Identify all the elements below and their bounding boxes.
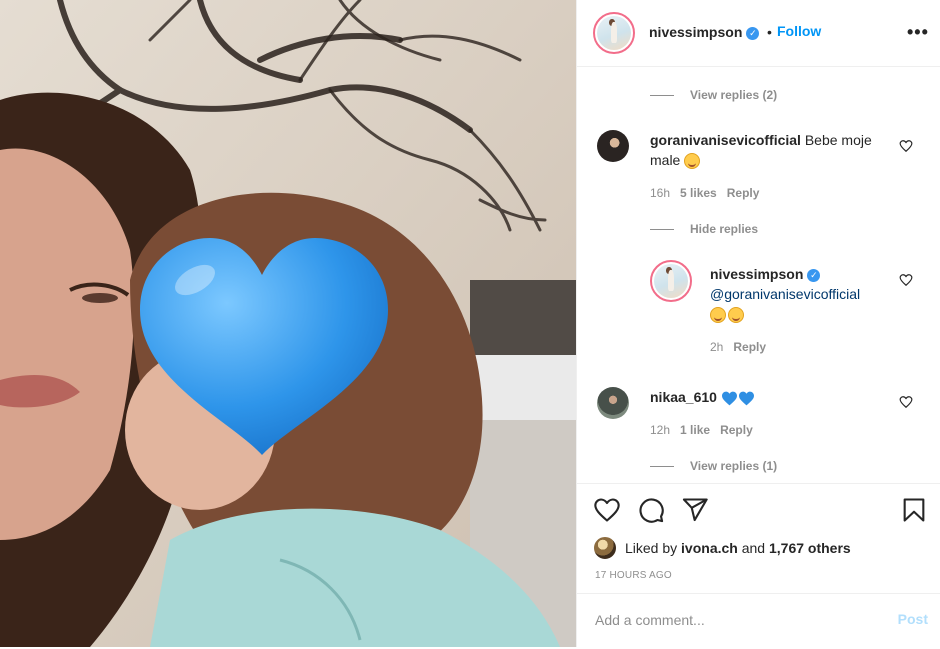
reply-button[interactable]: Reply xyxy=(733,340,766,354)
follow-button[interactable]: Follow xyxy=(777,23,821,39)
verified-badge-icon: ✓ xyxy=(807,268,821,282)
comment-avatar[interactable] xyxy=(597,387,629,419)
separator-dot: • xyxy=(767,24,772,40)
comment-time[interactable]: 16h xyxy=(650,186,670,200)
like-reply-heart-icon[interactable] xyxy=(899,273,913,287)
post-header: nivessimpson ✓ • Follow ••• xyxy=(577,0,940,67)
save-bookmark-icon[interactable] xyxy=(900,496,928,524)
and-label: and xyxy=(741,540,766,556)
comment-text: Bebe moje xyxy=(804,132,872,148)
liked-by-label: Liked by xyxy=(625,540,678,556)
comment-text-continued: male xyxy=(650,152,681,168)
share-direct-icon[interactable] xyxy=(681,496,709,524)
reply-meta: 2h Reply xyxy=(710,340,776,354)
add-comment-input[interactable] xyxy=(593,608,877,632)
comment-likes-count[interactable]: 5 likes xyxy=(680,186,717,200)
verified-badge-icon: ✓ xyxy=(746,26,760,40)
comment-meta: 12h 1 like Reply xyxy=(650,423,763,437)
more-options-icon[interactable]: ••• xyxy=(907,22,929,43)
photo-illustration xyxy=(0,0,576,647)
view-replies-label[interactable]: View replies (1) xyxy=(690,459,777,473)
comment-avatar[interactable] xyxy=(597,130,629,162)
hide-replies-button[interactable]: Hide replies xyxy=(650,222,758,236)
smiling-emoji-icon xyxy=(728,307,744,324)
author-username-text[interactable]: nivessimpson xyxy=(649,24,742,40)
reply-button[interactable]: Reply xyxy=(727,186,760,200)
reply-avatar[interactable] xyxy=(650,260,692,302)
comment-body: goranivanisevicofficial Bebe moje male xyxy=(650,130,890,170)
post-actions: Liked by ivona.ch and 1,767 others 17 HO… xyxy=(577,483,940,648)
comment-meta: 16h 5 likes Reply xyxy=(650,186,769,200)
reply-body: nivessimpson ✓ @goranivanisevicofficial xyxy=(710,264,900,324)
post-comment-button[interactable]: Post xyxy=(898,611,928,627)
comment-bubble-icon[interactable] xyxy=(637,496,665,524)
replies-line xyxy=(650,229,674,231)
liker-avatar[interactable] xyxy=(593,536,617,560)
comment-username[interactable]: goranivanisevicofficial xyxy=(650,132,801,148)
replies-line xyxy=(650,466,674,468)
like-heart-icon[interactable] xyxy=(593,496,621,524)
liker-username[interactable]: ivona.ch xyxy=(681,540,738,556)
comment-time[interactable]: 12h xyxy=(650,423,670,437)
like-comment-heart-icon[interactable] xyxy=(899,139,913,153)
post-photo[interactable] xyxy=(0,0,576,647)
smiling-emoji-icon xyxy=(710,307,726,324)
view-replies-label[interactable]: View replies (2) xyxy=(690,88,777,102)
like-comment-heart-icon[interactable] xyxy=(899,395,913,409)
reply-time[interactable]: 2h xyxy=(710,340,723,354)
replies-line xyxy=(650,95,674,97)
view-replies-button[interactable]: View replies (1) xyxy=(650,459,777,473)
reply-mention-link[interactable]: @goranivanisevicofficial xyxy=(710,286,860,302)
comment-body: nikaa_610 xyxy=(650,387,890,407)
smiling-hearts-emoji-icon xyxy=(684,153,701,170)
blue-heart-emoji-icon xyxy=(738,391,754,406)
likes-summary: Liked by ivona.ch and 1,767 others xyxy=(593,536,851,560)
comment-username[interactable]: nikaa_610 xyxy=(650,389,717,405)
others-count[interactable]: 1,767 others xyxy=(769,540,851,556)
author-username[interactable]: nivessimpson ✓ xyxy=(649,24,760,40)
author-avatar[interactable] xyxy=(593,12,635,54)
comment-likes-count[interactable]: 1 like xyxy=(680,423,710,437)
comments-list[interactable]: View replies (2) goranivanisevicofficial… xyxy=(577,67,940,483)
reply-button[interactable]: Reply xyxy=(720,423,753,437)
post-sidebar: nivessimpson ✓ • Follow ••• View replies … xyxy=(576,0,940,647)
blue-heart-emoji-icon xyxy=(721,391,737,406)
reply-username[interactable]: nivessimpson xyxy=(710,266,803,282)
add-comment-bar: Post xyxy=(577,593,940,649)
view-replies-button[interactable]: View replies (2) xyxy=(650,88,777,102)
instagram-post: nivessimpson ✓ • Follow ••• View replies … xyxy=(0,0,940,647)
hide-replies-label[interactable]: Hide replies xyxy=(690,222,758,236)
post-time-ago[interactable]: 17 HOURS AGO xyxy=(595,570,672,581)
